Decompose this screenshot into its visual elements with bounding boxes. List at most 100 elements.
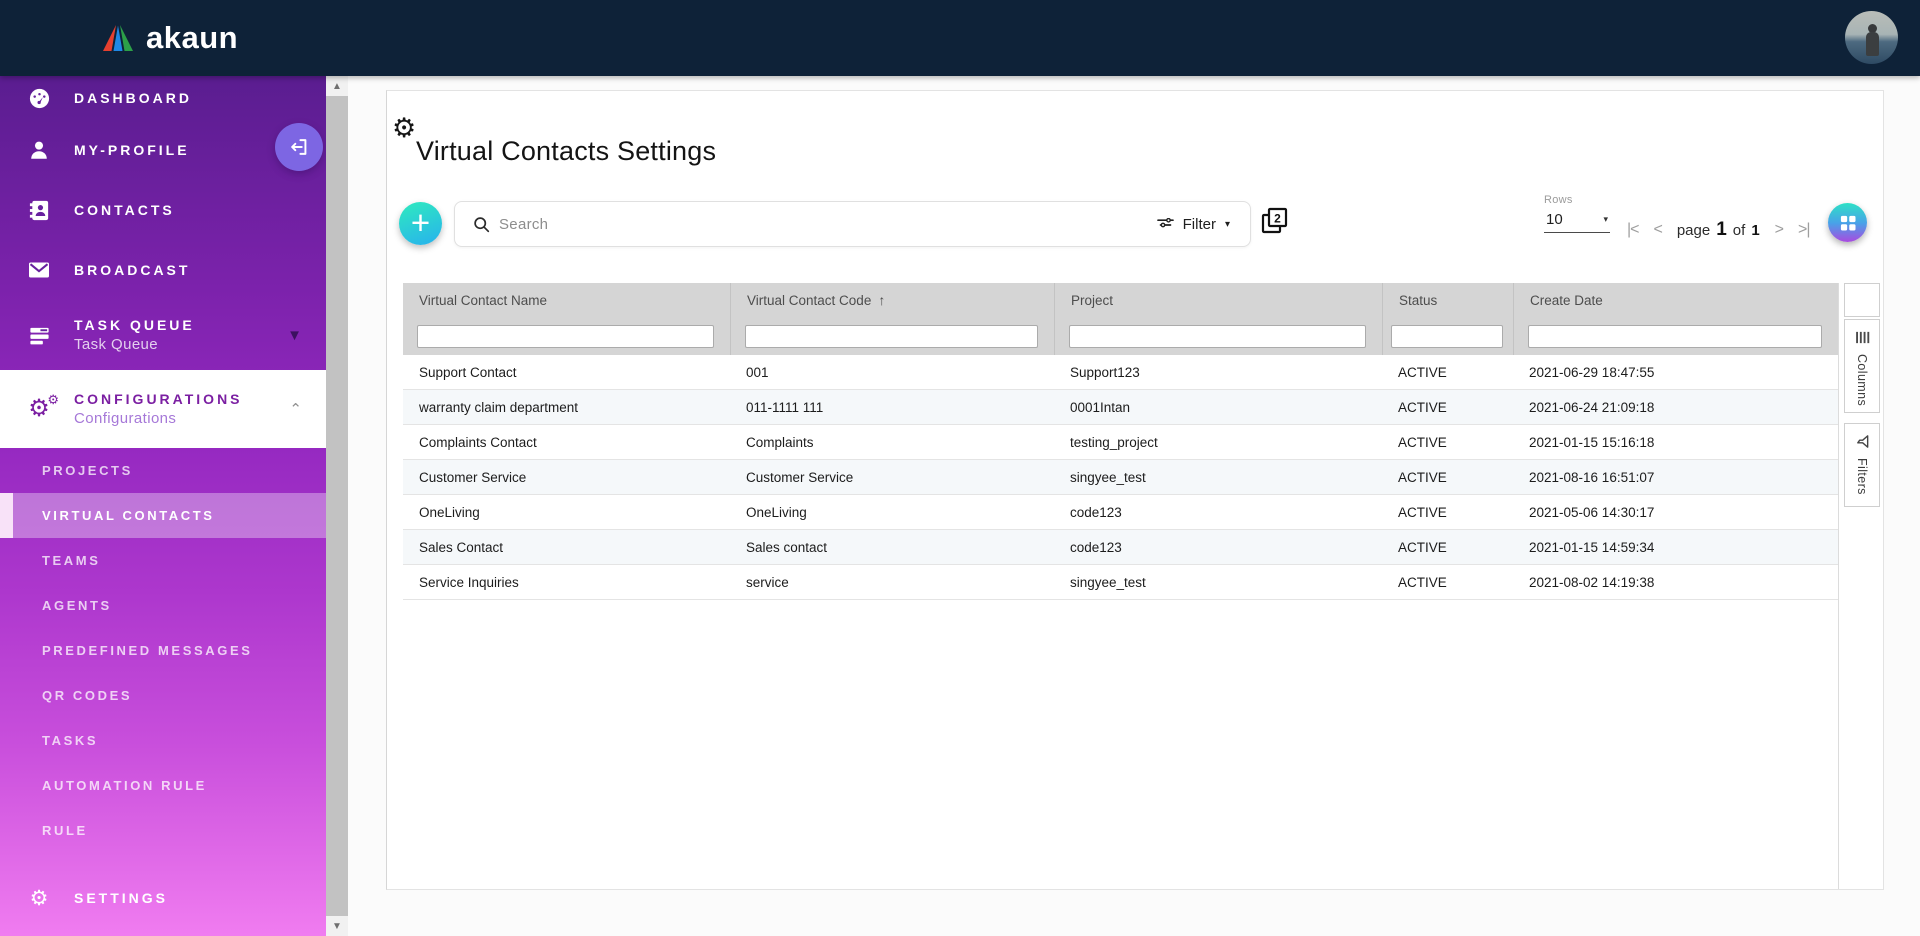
sidebar-subitem-qr-codes[interactable]: QR CODES [0,673,326,718]
sidebar-subitem-rule[interactable]: RULE [0,808,326,853]
table-row[interactable]: Support Contact 001 Support123 ACTIVE 20… [403,355,1838,390]
cell-create-date: 2021-01-15 14:59:34 [1513,540,1838,555]
filter-dropdown-button[interactable]: Filter ▾ [1157,216,1230,233]
grid-icon [1838,213,1858,233]
virtual-contacts-table: Virtual Contact Name Virtual Contact Cod… [403,283,1838,600]
search-bar: Filter ▾ [454,201,1251,247]
subitem-label: AUTOMATION RULE [42,778,207,793]
logout-button[interactable] [275,123,323,171]
app-logo: akaun [100,0,238,76]
sidebar-subitem-automation-rule[interactable]: AUTOMATION RULE [0,763,326,808]
chevron-down-icon[interactable]: ▼ [287,327,302,344]
sidebar-item-configurations[interactable]: ⚙⚙ CONFIGURATIONS Configurations ⌃ [0,370,326,448]
first-page-button[interactable]: |< [1627,221,1639,239]
sidebar-item-subtitle: Configurations [74,410,267,427]
search-icon [473,216,490,233]
sidebar-item-subtitle: Task Queue [74,336,265,353]
sort-asc-icon: ↑ [878,292,885,308]
table-row[interactable]: Service Inquiries service singyee_test A… [403,565,1838,600]
table-right-border [1838,283,1839,889]
scrollbar-down-arrow[interactable]: ▼ [326,916,348,936]
search-input[interactable] [499,216,1157,233]
cell-virtual-contact-name: Support Contact [403,365,730,380]
table-row[interactable]: Sales Contact Sales contact code123 ACTI… [403,530,1838,565]
filters-drawer-tab[interactable]: Filters [1844,423,1880,507]
sidebar-subitem-agents[interactable]: AGENTS [0,583,326,628]
sidebar-subitem-teams[interactable]: TEAMS [0,538,326,583]
sidebar-item-label: DASHBOARD [74,90,192,106]
rows-per-page-control[interactable]: Rows 10 ▾ [1544,194,1610,233]
column-header-virtual-contact-code[interactable]: Virtual Contact Code ↑ [730,283,1054,317]
column-header-status[interactable]: Status [1382,283,1513,317]
total-pages-number: 1 [1751,222,1759,239]
cell-project: code123 [1054,505,1382,520]
prev-page-button[interactable]: < [1654,221,1662,239]
cell-virtual-contact-code: OneLiving [730,505,1054,520]
cell-virtual-contact-name: warranty claim department [403,400,730,415]
sidebar-subitem-virtual-contacts[interactable]: VIRTUAL CONTACTS [0,493,326,538]
filter-funnel-icon [1855,434,1870,449]
add-virtual-contact-button[interactable]: + [399,202,442,245]
sidebar-subitem-tasks[interactable]: TASKS [0,718,326,763]
subitem-label: TASKS [42,733,98,748]
cell-virtual-contact-code: Sales contact [730,540,1054,555]
table-gutter-header-cell [1844,283,1880,317]
filter-input-create-date[interactable] [1528,325,1822,348]
page-title: Virtual Contacts Settings [416,136,716,167]
sidebar-subitem-projects[interactable]: PROJECTS [0,448,326,493]
cell-status: ACTIVE [1382,505,1513,520]
table-row[interactable]: warranty claim department 011-1111 111 0… [403,390,1838,425]
cell-status: ACTIVE [1382,540,1513,555]
columns-drawer-tab[interactable]: Columns [1844,319,1880,413]
sidebar-scrollbar[interactable]: ▲ ▼ [326,76,348,936]
rows-per-page-select[interactable]: 10 ▾ [1544,209,1610,233]
cell-virtual-contact-name: Complaints Contact [403,435,730,450]
user-avatar[interactable] [1845,11,1898,64]
last-page-button[interactable]: >| [1798,221,1810,239]
sidebar-item-settings[interactable]: ⚙ SETTINGS [0,873,326,923]
table-row[interactable]: OneLiving OneLiving code123 ACTIVE 2021-… [403,495,1838,530]
filter-input-virtual-contact-name[interactable] [417,325,714,348]
subitem-label: AGENTS [42,598,112,613]
filter-input-virtual-contact-code[interactable] [745,325,1038,348]
duplicate-pages-button[interactable]: 2 [1260,206,1290,236]
sidebar-item-task-queue[interactable]: TASK QUEUE Task Queue ▼ [0,300,326,370]
cell-project: testing_project [1054,435,1382,450]
cell-create-date: 2021-06-29 18:47:55 [1513,365,1838,380]
columns-tab-label: Columns [1855,354,1869,406]
subitem-label: PROJECTS [42,463,133,478]
table-row[interactable]: Complaints Contact Complaints testing_pr… [403,425,1838,460]
caret-down-icon: ▾ [1225,219,1230,230]
grid-view-button[interactable] [1828,203,1867,242]
sidebar-item-contacts[interactable]: CONTACTS [0,180,326,240]
caret-down-icon: ▾ [1603,214,1608,225]
subitem-label: PREDEFINED MESSAGES [42,643,252,658]
column-header-project[interactable]: Project [1054,283,1382,317]
logo-text: akaun [146,20,238,56]
cell-status: ACTIVE [1382,435,1513,450]
next-page-button[interactable]: > [1775,221,1783,239]
cell-create-date: 2021-05-06 14:30:17 [1513,505,1838,520]
sidebar-item-dashboard[interactable]: DASHBOARD [0,76,326,120]
sidebar-item-broadcast[interactable]: BROADCAST [0,240,326,300]
cell-virtual-contact-code: 001 [730,365,1054,380]
logout-arrow-icon [288,136,310,158]
chevron-up-icon[interactable]: ⌃ [289,400,302,418]
filters-tab-label: Filters [1855,458,1869,495]
subitem-label: TEAMS [42,553,101,568]
table-row[interactable]: Customer Service Customer Service singye… [403,460,1838,495]
filter-input-project[interactable] [1069,325,1366,348]
cell-status: ACTIVE [1382,400,1513,415]
column-header-virtual-contact-name[interactable]: Virtual Contact Name [403,283,730,317]
cell-create-date: 2021-01-15 15:16:18 [1513,435,1838,450]
scrollbar-up-arrow[interactable]: ▲ [326,76,348,96]
sidebar-item-label: TASK QUEUE [74,317,265,333]
scrollbar-thumb[interactable] [326,96,348,916]
column-header-create-date[interactable]: Create Date [1513,283,1838,317]
filter-input-status[interactable] [1391,325,1503,348]
virtual-contacts-card: ⚙ Virtual Contacts Settings + Filter ▾ [386,90,1884,890]
sidebar: DASHBOARD MY-PROFILE CONTACTS BROADCAST … [0,76,326,936]
sidebar-subitem-predefined-messages[interactable]: PREDEFINED MESSAGES [0,628,326,673]
pagination: |< < page 1 of 1 > >| [1627,219,1810,241]
rows-label: Rows [1544,194,1610,206]
